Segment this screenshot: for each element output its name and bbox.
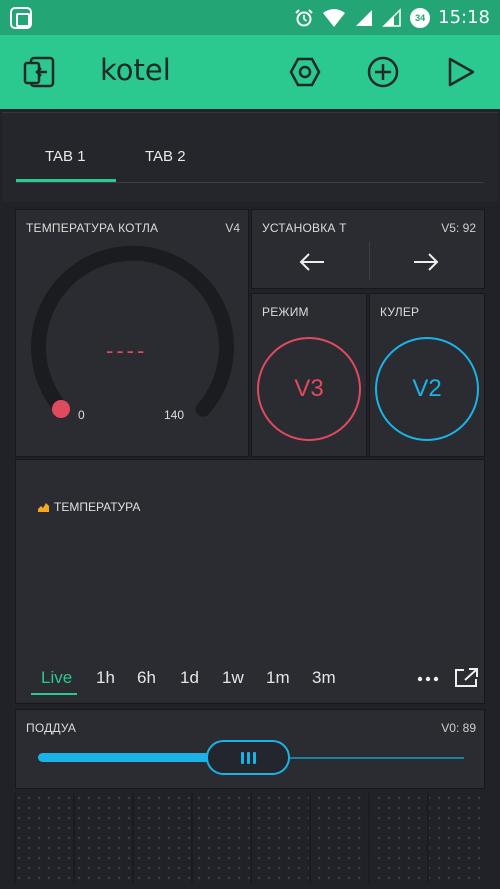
range-6h[interactable]: 6h — [137, 668, 156, 688]
area-chart-icon — [38, 503, 49, 512]
active-range-indicator — [31, 693, 77, 695]
export-icon — [455, 668, 478, 687]
range-live[interactable]: Live — [41, 668, 72, 688]
project-title: kotel — [100, 53, 171, 87]
tab-divider — [16, 182, 484, 183]
range-1h[interactable]: 1h — [96, 668, 115, 688]
settings-hexagon-icon — [289, 57, 321, 87]
step-widget: УСТАНОВКА Т V5: 92 — [251, 209, 485, 289]
range-3m[interactable]: 3m — [312, 668, 336, 688]
play-icon — [448, 57, 475, 87]
arrow-left-icon — [299, 253, 324, 271]
slider-label: ПОДДУА — [26, 721, 77, 735]
tabs-panel: TAB 1 TAB 2 — [2, 112, 498, 202]
step-label: УСТАНОВКА Т — [262, 221, 347, 235]
mode-widget: РЕЖИМ V3 — [251, 293, 367, 457]
wifi-icon — [323, 8, 346, 27]
slider-fill — [38, 753, 213, 762]
range-1w[interactable]: 1w — [222, 668, 244, 688]
grid-dividers — [14, 793, 486, 883]
cooler-label: КУЛЕР — [380, 305, 420, 319]
range-1m[interactable]: 1m — [266, 668, 290, 688]
time-range-bar: Live 1h 6h 1d 1w 1m 3m — [31, 664, 493, 695]
cooler-widget: КУЛЕР V2 — [369, 293, 485, 457]
tab-1[interactable]: TAB 1 — [45, 148, 86, 165]
gauge-min: 0 — [78, 408, 85, 422]
signal-icon — [356, 9, 373, 26]
step-up-button[interactable] — [406, 246, 446, 278]
slider-handle[interactable] — [206, 740, 290, 775]
mode-button[interactable]: V3 — [257, 337, 361, 441]
slider-track[interactable] — [286, 757, 464, 759]
gauge-min-dot — [52, 400, 70, 418]
chart-widget[interactable]: ТЕМПЕРАТУРА Live 1h 6h 1d 1w 1m 3m — [15, 459, 485, 704]
step-pin: V5: 92 — [441, 221, 476, 235]
chart-legend-label: ТЕМПЕРАТУРА — [54, 500, 141, 514]
settings-button[interactable] — [286, 53, 324, 91]
more-icon — [417, 676, 439, 682]
gauge-arc — [31, 245, 234, 418]
range-1d[interactable]: 1d — [180, 668, 199, 688]
exit-icon — [23, 56, 55, 88]
gauge-value: ---- — [106, 338, 148, 363]
app-icon — [10, 7, 32, 29]
slider-widget: ПОДДУА V0: 89 — [15, 709, 485, 789]
status-bar: 34 15:18 — [0, 0, 500, 35]
gauge-widget[interactable]: ТЕМПЕРАТУРА КОТЛА V4 ---- 0 140 — [15, 209, 249, 457]
add-widget-button[interactable] — [364, 53, 402, 91]
exit-button[interactable] — [20, 53, 58, 91]
step-down-button[interactable] — [292, 246, 332, 278]
battery-icon: 34 — [410, 7, 431, 28]
signal-icon — [382, 7, 401, 27]
slider-pin: V0: 89 — [441, 721, 476, 735]
active-tab-indicator — [16, 179, 116, 182]
step-divider — [369, 242, 370, 280]
tab-2[interactable]: TAB 2 — [145, 148, 186, 165]
export-button[interactable] — [454, 667, 480, 689]
arrow-right-icon — [414, 253, 439, 271]
mode-label: РЕЖИМ — [262, 305, 309, 319]
status-icons: 34 15:18 — [294, 0, 490, 35]
chart-legend: ТЕМПЕРАТУРА — [38, 500, 140, 514]
alarm-icon — [295, 8, 313, 26]
status-time: 15:18 — [438, 7, 490, 28]
more-button[interactable] — [417, 672, 439, 686]
play-button[interactable] — [441, 53, 479, 91]
gauge-max: 140 — [164, 408, 185, 422]
cooler-button[interactable]: V2 — [375, 337, 479, 441]
app-header: kotel — [0, 35, 500, 109]
add-icon — [367, 56, 399, 88]
